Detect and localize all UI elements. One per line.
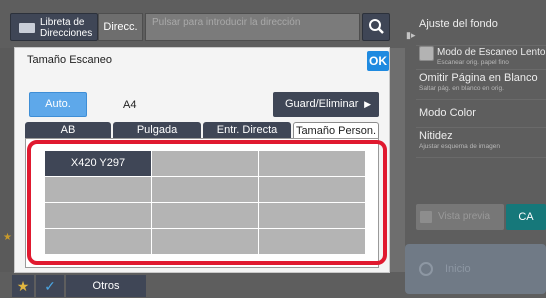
slow-scan-label: Modo de Escaneo Lento	[437, 47, 546, 58]
left-strip: ★	[0, 48, 14, 272]
address-book-icon	[19, 23, 35, 33]
current-size-value: A4	[123, 99, 137, 111]
sharpness-label: Nitidez	[419, 130, 453, 142]
color-mode-label: Modo Color	[419, 107, 476, 119]
others-button[interactable]: Otros	[66, 275, 146, 297]
preview-label: Vista previa	[438, 211, 491, 222]
favorites-button[interactable]: ★	[12, 275, 34, 297]
start-icon	[419, 262, 433, 276]
direct-entry-button[interactable]: Direcc.	[98, 13, 143, 41]
tab-inch[interactable]: Pulgada	[113, 122, 201, 138]
search-icon	[369, 19, 384, 34]
address-input[interactable]: Pulsar para introducir la dirección	[145, 13, 360, 41]
skip-blank-label: Omitir Página en Blanco	[419, 72, 538, 84]
start-button[interactable]: Inicio	[405, 244, 546, 294]
ca-button[interactable]: CA	[506, 204, 546, 230]
sharpness-item[interactable]: Nitidez Ajustar esquema de imagen	[416, 128, 546, 158]
save-delete-button[interactable]: Guard/Eliminar ▶	[273, 92, 379, 117]
tab-custom-size[interactable]: Tamaño Person.	[293, 122, 379, 138]
auto-button[interactable]: Auto.	[29, 92, 87, 117]
save-delete-label: Guard/Eliminar	[285, 98, 359, 110]
skip-blank-sublabel: Saltar pág. en blanco en orig.	[419, 85, 504, 92]
slow-scan-item[interactable]: Modo de Escaneo Lento Escanear orig. pap…	[416, 46, 546, 70]
tab-ab[interactable]: AB	[25, 122, 111, 138]
size-tabs: AB Pulgada Entr. Directa Tamaño Person.	[25, 122, 379, 138]
star-icon: ★	[3, 232, 12, 243]
bg-adjust-label: Ajuste del fondo	[419, 18, 498, 30]
panel-toggle-icon[interactable]: ▮▸	[406, 30, 416, 40]
address-book-button[interactable]: Libreta de Direcciones	[10, 13, 98, 41]
start-label: Inicio	[445, 263, 471, 275]
arrow-right-icon: ▶	[364, 99, 371, 109]
check-icon: ✓	[44, 278, 56, 294]
sharpness-sublabel: Ajustar esquema de imagen	[419, 143, 500, 150]
ok-button[interactable]: OK	[367, 51, 389, 71]
checkmark-button[interactable]: ✓	[36, 275, 64, 297]
preview-button[interactable]: Vista previa	[416, 204, 504, 230]
skip-blank-item[interactable]: Omitir Página en Blanco Saltar pág. en b…	[416, 72, 546, 100]
slow-scan-sublabel: Escanear orig. papel fino	[437, 59, 509, 66]
search-button[interactable]	[362, 13, 390, 41]
star-icon: ★	[16, 278, 30, 294]
tab-direct-entry[interactable]: Entr. Directa	[203, 122, 291, 138]
color-mode-item[interactable]: Modo Color	[416, 100, 546, 128]
preview-icon	[420, 211, 432, 223]
bg-adjust-item[interactable]: Ajuste del fondo	[416, 18, 546, 46]
address-book-label: Libreta de Direcciones	[40, 17, 93, 39]
dialog-title: Tamaño Escaneo	[27, 54, 112, 66]
highlight-frame	[27, 140, 387, 265]
